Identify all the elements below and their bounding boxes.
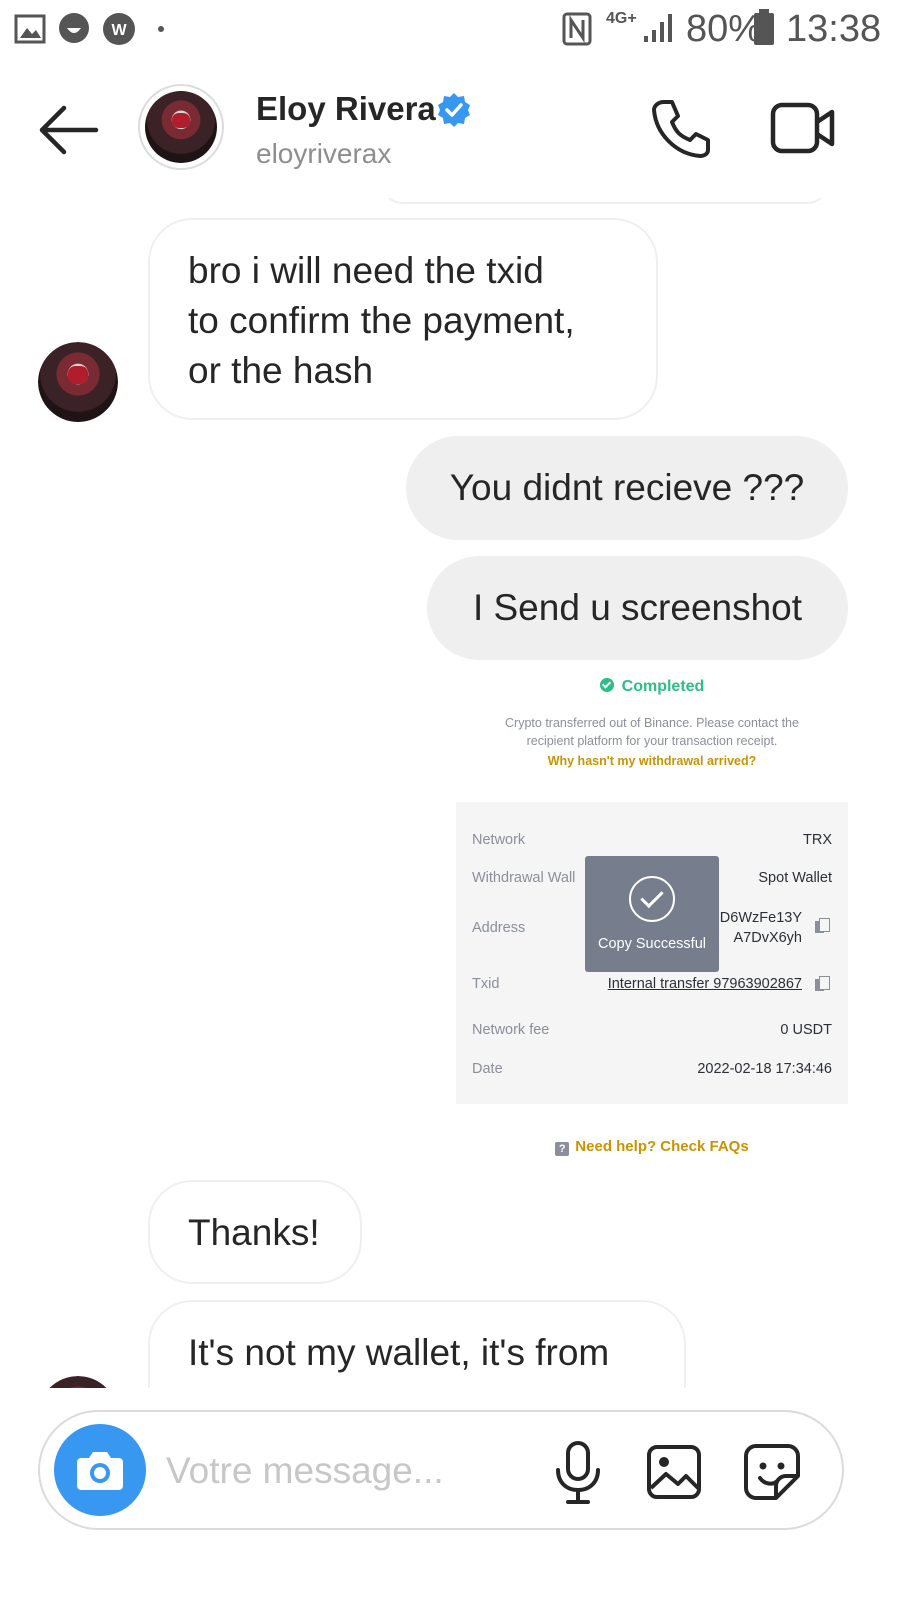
message-bubble-incoming[interactable]: Thanks!	[148, 1180, 362, 1284]
message-bubble-incoming[interactable]: It's not my wallet, it's from	[148, 1300, 686, 1388]
contact-name[interactable]: Eloy Rivera	[256, 90, 436, 128]
battery-percent: 80%	[686, 8, 763, 50]
verified-badge-icon	[438, 93, 470, 127]
message-bubble-incoming[interactable]: bro i will need the txid to confirm the …	[148, 218, 658, 420]
camera-button[interactable]	[54, 1424, 146, 1516]
svg-text:W: W	[111, 22, 127, 39]
date-value: 2022-02-18 17:34:46	[697, 1061, 832, 1077]
contact-username[interactable]: eloyriverax	[256, 138, 391, 170]
camera-icon	[77, 1452, 123, 1490]
app-w-notification-icon: W	[103, 13, 135, 45]
message-text-line: to confirm the payment,	[188, 300, 575, 341]
date-label: Date	[472, 1061, 503, 1077]
signal-icon	[644, 14, 672, 42]
completed-check-icon	[599, 678, 614, 692]
contact-avatar[interactable]	[138, 84, 224, 170]
address-value: D6WzFe13Y A7DvX6yh	[719, 910, 802, 946]
sender-avatar[interactable]	[38, 342, 118, 422]
copy-successful-toast: Copy Successful	[585, 856, 719, 972]
network-label: Network	[472, 832, 526, 848]
clock: 13:38	[786, 8, 882, 50]
why-withdrawal-link: Why hasn't my withdrawal arrived?	[547, 754, 757, 768]
help-faq-link: ? Need help? Check FAQs	[456, 1138, 848, 1156]
wallet-value: Spot Wallet	[758, 870, 832, 886]
avatar-image	[145, 91, 217, 163]
message-text-line: bro i will need the txid	[188, 250, 544, 291]
battery-icon	[754, 9, 774, 45]
copy-address-icon	[815, 918, 830, 933]
gallery-notification-icon	[14, 14, 46, 44]
nfc-icon	[562, 12, 592, 46]
previous-message-bubble	[380, 198, 830, 204]
message-thread[interactable]: bro i will need the txid to confirm the …	[0, 198, 899, 1388]
network-type: 4G+	[606, 10, 637, 27]
message-composer	[38, 1410, 844, 1530]
txid-value: Internal transfer 97963902867	[607, 976, 802, 992]
message-text-line: or the hash	[188, 350, 374, 391]
withdrawal-info-text: Crypto transferred out of Binance. Pleas…	[505, 716, 799, 748]
copy-txid-icon	[815, 976, 830, 991]
network-fee-label: Network fee	[472, 1022, 550, 1038]
message-bubble-outgoing[interactable]: You didnt recieve ???	[406, 436, 848, 540]
withdrawal-status: Completed	[456, 678, 848, 696]
toast-check-icon	[629, 876, 675, 922]
sticker-icon[interactable]	[742, 1442, 802, 1502]
wallet-label: Withdrawal Wall	[472, 870, 576, 886]
txid-label: Txid	[472, 976, 500, 992]
phone-call-icon[interactable]	[650, 98, 712, 160]
sender-avatar[interactable]	[38, 1376, 118, 1388]
smiley-notification-icon	[59, 13, 89, 43]
toast-text: Copy Successful	[598, 936, 706, 952]
chat-header: Eloy Rivera eloyriverax	[0, 62, 899, 198]
network-fee-value: 0 USDT	[780, 1022, 832, 1038]
status-bar: W 4G+ 80% 13:38	[0, 0, 899, 62]
message-input[interactable]	[166, 1442, 526, 1500]
microphone-icon[interactable]	[550, 1440, 606, 1506]
more-notifications-dot	[158, 26, 164, 32]
help-icon: ?	[555, 1142, 570, 1156]
gallery-icon[interactable]	[646, 1444, 702, 1500]
back-arrow-icon[interactable]	[36, 102, 100, 158]
video-call-icon[interactable]	[770, 100, 836, 156]
shared-screenshot-image[interactable]: Completed Crypto transferred out of Bina…	[456, 670, 848, 1160]
message-bubble-outgoing[interactable]: I Send u screenshot	[427, 556, 848, 660]
address-label: Address	[472, 920, 526, 936]
network-value: TRX	[803, 832, 832, 848]
